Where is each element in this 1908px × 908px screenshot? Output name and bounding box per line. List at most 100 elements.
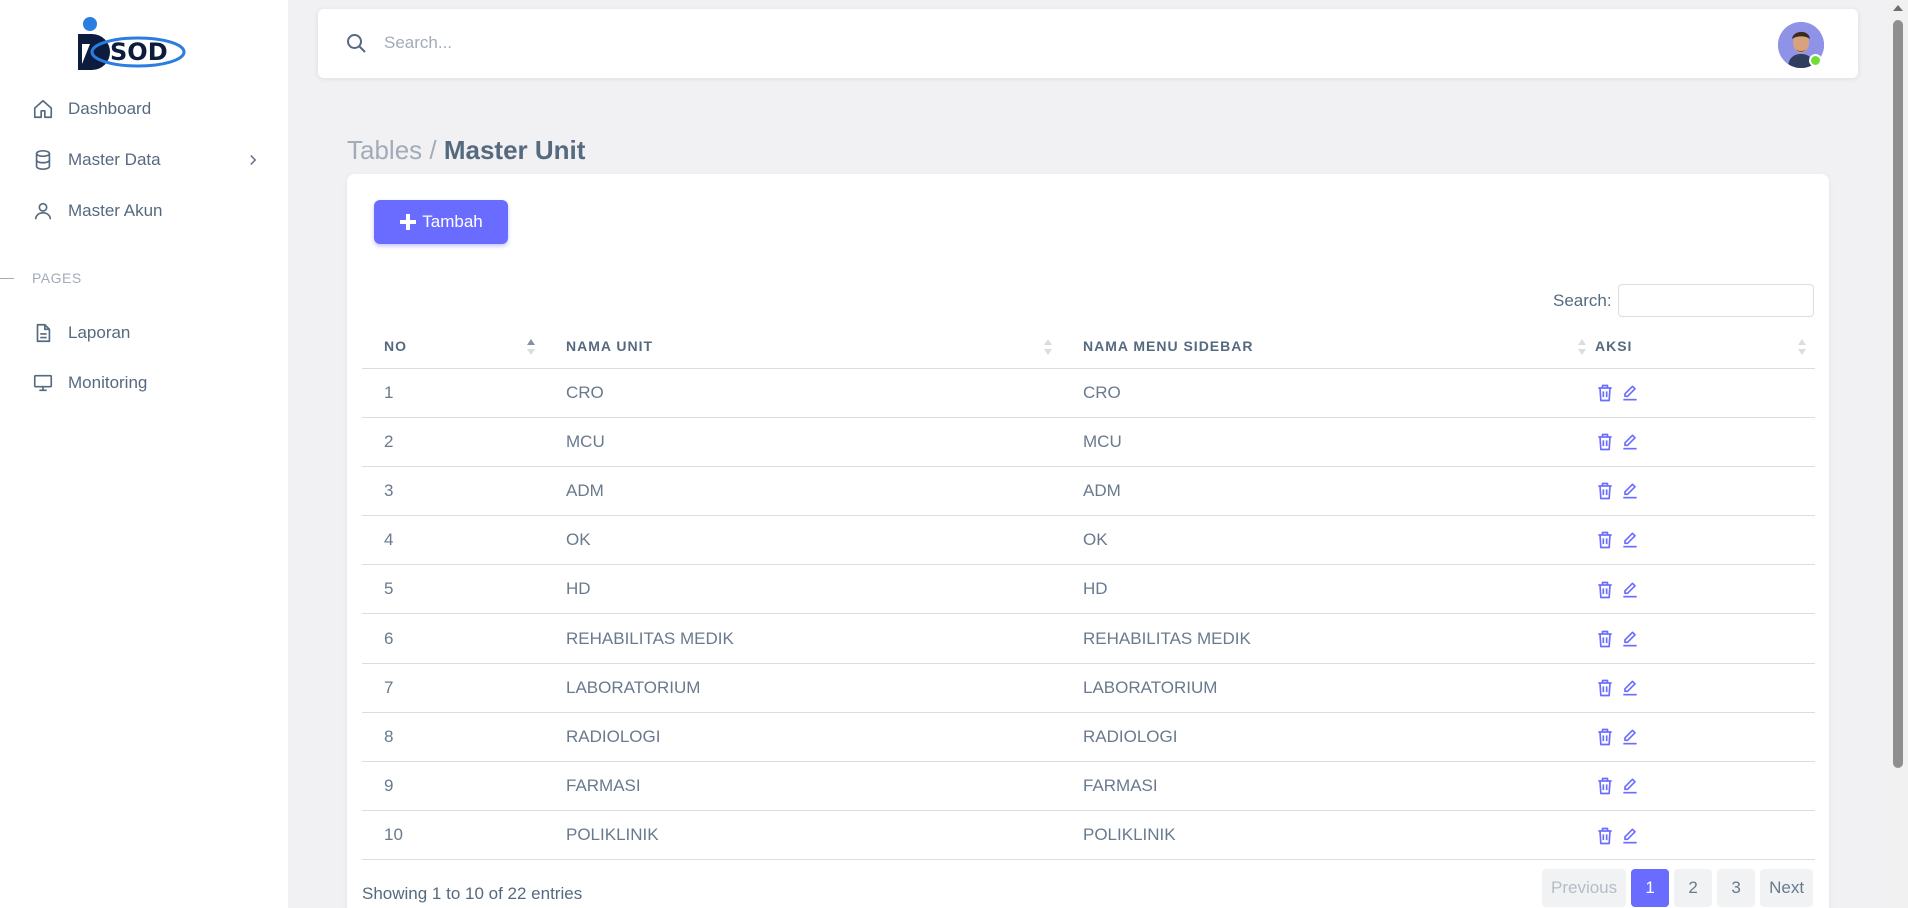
column-header-aksi[interactable]: AKSI — [1595, 324, 1815, 369]
edit-icon[interactable] — [1620, 530, 1640, 550]
cell-no: 2 — [362, 417, 544, 467]
delete-icon[interactable] — [1595, 727, 1615, 747]
sidebar-item-monitoring[interactable]: Monitoring — [32, 367, 262, 399]
sort-icon — [1797, 338, 1807, 356]
edit-icon[interactable] — [1620, 776, 1640, 796]
cell-aksi — [1595, 810, 1815, 861]
table-row: 6 REHABILITAS MEDIK REHABILITAS MEDIK — [362, 613, 1815, 664]
cell-nama-unit: RADIOLOGI — [544, 712, 1061, 763]
cell-nama-unit: FARMASI — [544, 761, 1061, 812]
cell-nama-unit: LABORATORIUM — [544, 663, 1061, 713]
pagination-next[interactable]: Next — [1760, 869, 1814, 907]
add-button-label: Tambah — [422, 212, 483, 231]
edit-icon[interactable] — [1620, 481, 1640, 501]
sidebar-item-label: Dashboard — [68, 99, 152, 118]
pagination: Previous 1 2 3 Next — [1537, 869, 1814, 907]
svg-text:SOD: SOD — [110, 38, 168, 66]
cell-nama-unit: POLIKLINIK — [544, 810, 1061, 861]
cell-no: 8 — [362, 712, 544, 763]
table-row: 4 OK OK — [362, 515, 1815, 566]
app-logo[interactable]: SOD — [76, 14, 186, 70]
sort-icon — [1043, 338, 1053, 356]
search-icon — [344, 31, 368, 55]
edit-icon[interactable] — [1620, 383, 1640, 403]
sidebar-item-dashboard[interactable]: Dashboard — [32, 93, 262, 125]
column-header-nama-menu-sidebar[interactable]: NAMA MENU SIDEBAR — [1061, 324, 1595, 369]
sidebar-item-laporan[interactable]: Laporan — [32, 317, 262, 349]
cell-nama-unit: ADM — [544, 466, 1061, 517]
column-header-label: AKSI — [1595, 337, 1633, 354]
pagination-page-1[interactable]: 1 — [1631, 869, 1670, 907]
table-row: 8 RADIOLOGI RADIOLOGI — [362, 712, 1815, 763]
document-icon — [32, 322, 54, 344]
plus-icon — [399, 213, 417, 231]
delete-icon[interactable] — [1595, 776, 1615, 796]
table-info: Showing 1 to 10 of 22 entries — [362, 884, 583, 903]
pagination-page-3[interactable]: 3 — [1717, 869, 1756, 907]
column-header-nama-unit[interactable]: NAMA UNIT — [544, 324, 1061, 369]
table-row: 10 POLIKLINIK POLIKLINIK — [362, 810, 1815, 861]
column-header-label: NAMA MENU SIDEBAR — [1083, 337, 1254, 354]
sidebar-item-label: Monitoring — [68, 373, 148, 392]
table-row: 1 CRO CRO — [362, 368, 1815, 418]
pagination-page-2[interactable]: 2 — [1674, 869, 1713, 907]
breadcrumb-parent[interactable]: Tables / — [347, 135, 437, 165]
delete-icon[interactable] — [1595, 481, 1615, 501]
sidebar: SOD Dashboard Master Data Master Akun PA… — [0, 0, 288, 908]
monitor-icon — [32, 372, 54, 394]
cell-nama-menu-sidebar: FARMASI — [1061, 761, 1595, 812]
cell-no: 4 — [362, 515, 544, 566]
sidebar-item-master-data[interactable]: Master Data — [32, 144, 262, 176]
add-button[interactable]: Tambah — [374, 200, 508, 244]
edit-icon[interactable] — [1620, 432, 1640, 452]
edit-icon[interactable] — [1620, 727, 1640, 747]
online-status-dot — [1809, 54, 1822, 67]
delete-icon[interactable] — [1595, 383, 1615, 403]
edit-icon[interactable] — [1620, 629, 1640, 649]
table-search-input[interactable] — [1617, 284, 1814, 317]
page-scrollbar[interactable] — [1888, 0, 1908, 908]
cell-no: 6 — [362, 613, 544, 664]
table-row: 3 ADM ADM — [362, 466, 1815, 517]
cell-aksi — [1595, 712, 1815, 763]
cell-aksi — [1595, 417, 1815, 467]
global-search-input[interactable] — [384, 27, 1284, 59]
sidebar-item-label: Master Akun — [68, 201, 163, 220]
breadcrumb: Tables / Master Unit — [347, 135, 585, 166]
delete-icon[interactable] — [1595, 580, 1615, 600]
units-table: NO NAMA UNIT NAMA MENU SIDEBAR AKSI 1 CR… — [362, 324, 1815, 861]
delete-icon[interactable] — [1595, 826, 1615, 846]
edit-icon[interactable] — [1620, 580, 1640, 600]
scroll-up-arrow-icon[interactable] — [1893, 5, 1903, 11]
cell-aksi — [1595, 613, 1815, 664]
column-header-label: NAMA UNIT — [566, 337, 654, 354]
delete-icon[interactable] — [1595, 678, 1615, 698]
sidebar-item-master-akun[interactable]: Master Akun — [32, 195, 262, 227]
cell-no: 1 — [362, 368, 544, 418]
delete-icon[interactable] — [1595, 432, 1615, 452]
cell-no: 9 — [362, 761, 544, 812]
column-header-label: NO — [384, 337, 407, 354]
delete-icon[interactable] — [1595, 629, 1615, 649]
user-icon — [32, 200, 54, 222]
cell-nama-unit: REHABILITAS MEDIK — [544, 613, 1061, 664]
table-search-label: Search: — [1553, 290, 1612, 310]
cell-no: 5 — [362, 564, 544, 615]
table-search: Search: — [1553, 284, 1814, 317]
cell-aksi — [1595, 368, 1815, 418]
page-title: Master Unit — [443, 135, 586, 165]
top-navbar — [318, 9, 1858, 78]
table-row: 9 FARMASI FARMASI — [362, 761, 1815, 812]
sidebar-section-pages: PAGES — [0, 268, 200, 288]
cell-nama-menu-sidebar: POLIKLINIK — [1061, 810, 1595, 861]
scrollbar-thumb[interactable] — [1893, 20, 1903, 768]
cell-no: 7 — [362, 663, 544, 713]
cell-aksi — [1595, 761, 1815, 812]
edit-icon[interactable] — [1620, 678, 1640, 698]
edit-icon[interactable] — [1620, 826, 1640, 846]
column-header-no[interactable]: NO — [362, 324, 544, 369]
delete-icon[interactable] — [1595, 530, 1615, 550]
pagination-previous[interactable]: Previous — [1542, 869, 1627, 907]
cell-nama-menu-sidebar: ADM — [1061, 466, 1595, 517]
table-row: 2 MCU MCU — [362, 417, 1815, 467]
